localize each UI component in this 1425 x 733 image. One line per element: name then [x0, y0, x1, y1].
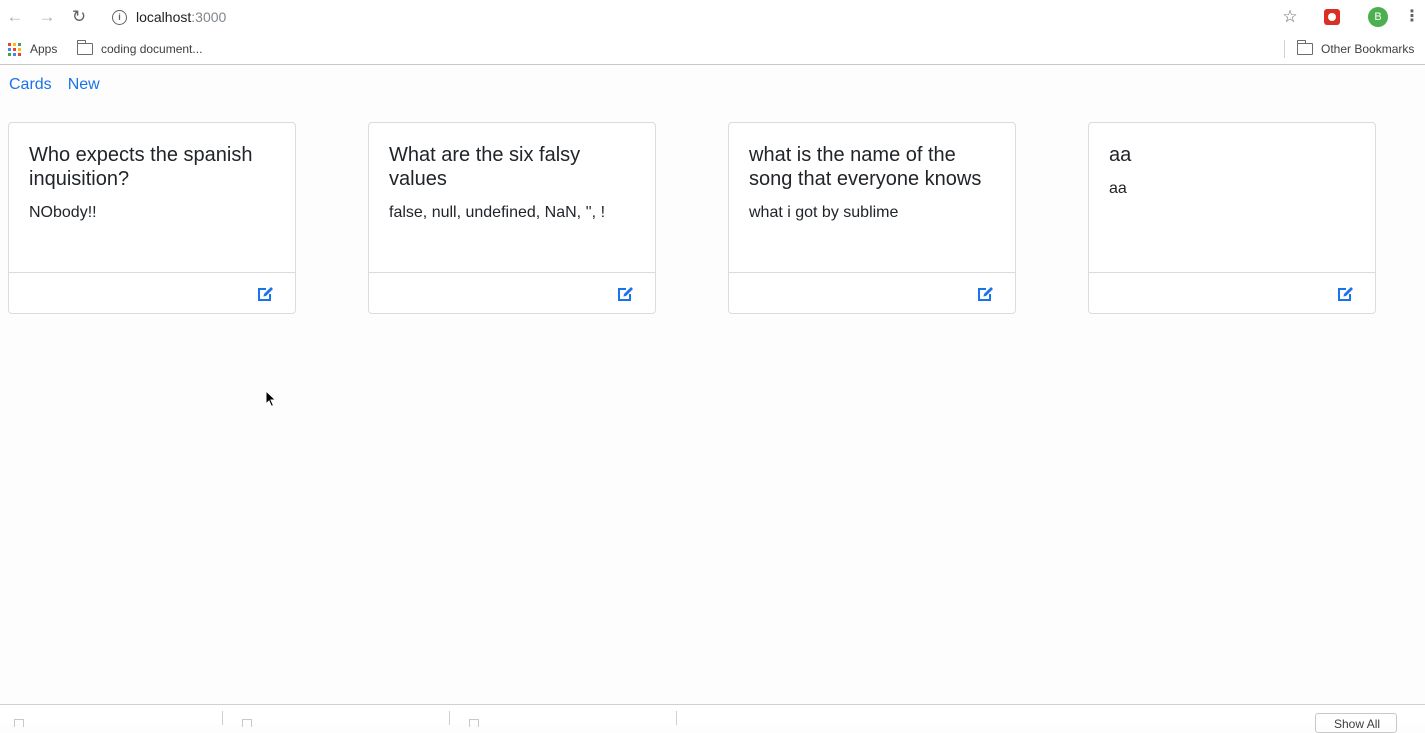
bookmark-apps[interactable]: Apps: [8, 39, 57, 59]
file-icon: [469, 719, 479, 727]
card-title: What are the six falsy values: [389, 144, 581, 190]
card-text: what i got by sublime: [749, 204, 899, 221]
card: what is the name of the song that everyo…: [728, 122, 1016, 314]
card-footer: [729, 272, 1015, 313]
info-icon[interactable]: i: [112, 9, 127, 25]
url-host: localhost: [136, 9, 192, 25]
address-bar[interactable]: i localhost:3000: [106, 5, 1266, 29]
card-footer: [369, 272, 655, 313]
folder-icon: [76, 40, 93, 55]
card-body: aa aa: [1109, 143, 1359, 199]
file-icon: [14, 719, 24, 727]
edit-icon[interactable]: [1337, 285, 1355, 302]
other-bookmarks[interactable]: Other Bookmarks: [1296, 39, 1415, 59]
card-body: what is the name of the song that everyo…: [749, 143, 999, 223]
extension-icon[interactable]: [1321, 6, 1343, 28]
back-arrow-icon[interactable]: ←: [4, 6, 26, 28]
card-footer: [9, 272, 295, 313]
card-footer: [1089, 272, 1375, 313]
show-all-downloads-button[interactable]: Show All: [1315, 713, 1397, 733]
nav-link-cards[interactable]: Cards: [9, 76, 52, 94]
shelf-divider: [222, 711, 223, 725]
apps-grid-icon: [8, 42, 21, 56]
shelf-divider: [676, 711, 677, 725]
mouse-cursor-icon: [265, 390, 277, 408]
file-icon: [242, 719, 252, 727]
card: What are the six falsy values false, nul…: [368, 122, 656, 314]
bookmark-label: Apps: [30, 42, 58, 56]
bookmarks-separator: [1284, 40, 1285, 58]
forward-arrow-icon[interactable]: →: [36, 6, 58, 28]
card-body: Who expects the spanish inquisition? NOb…: [29, 143, 279, 223]
bookmark-star-icon[interactable]: ☆: [1279, 6, 1301, 28]
card-text: aa: [1109, 180, 1127, 197]
reload-icon[interactable]: ↻: [68, 6, 90, 28]
shelf-divider: [449, 711, 450, 725]
card-title: what is the name of the song that everyo…: [749, 144, 982, 190]
nav-link-new[interactable]: New: [68, 76, 100, 94]
card-text: false, null, undefined, NaN, '', !: [389, 204, 606, 221]
app-nav: Cards New: [9, 76, 100, 94]
download-shelf: Show All: [0, 704, 1425, 733]
other-bookmarks-label: Other Bookmarks: [1321, 42, 1415, 56]
card-body: What are the six falsy values false, nul…: [389, 143, 639, 223]
page-content: Cards New Who expects the spanish inquis…: [0, 66, 1425, 704]
edit-icon[interactable]: [977, 285, 995, 302]
bookmark-coding-document[interactable]: coding document...: [76, 39, 203, 59]
menu-dots-icon[interactable]: ⋮: [1401, 6, 1423, 28]
folder-icon: [1296, 40, 1313, 55]
card-title: aa: [1109, 144, 1132, 166]
card-title: Who expects the spanish inquisition?: [29, 144, 253, 190]
bookmarks-bar: Apps coding document... Other Bookmarks: [0, 34, 1425, 65]
edit-icon[interactable]: [617, 285, 635, 302]
card-text: NObody!!: [29, 204, 97, 221]
profile-avatar[interactable]: B: [1367, 6, 1389, 28]
bookmark-label: coding document...: [101, 42, 203, 56]
url-port: :3000: [191, 9, 227, 25]
edit-icon[interactable]: [257, 285, 275, 302]
browser-toolbar: ← → ↻ i localhost:3000 ☆ B ⋮: [0, 0, 1425, 34]
card: aa aa: [1088, 122, 1376, 314]
card: Who expects the spanish inquisition? NOb…: [8, 122, 296, 314]
